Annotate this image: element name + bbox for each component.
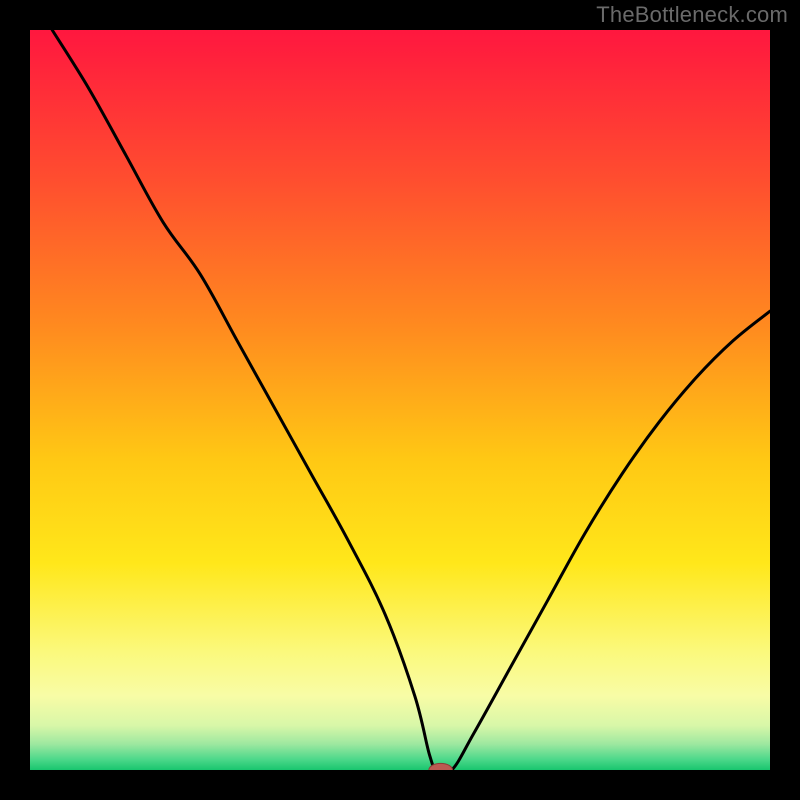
gradient-background <box>30 30 770 770</box>
chart-frame: TheBottleneck.com <box>0 0 800 800</box>
chart-plot-area <box>30 30 770 770</box>
chart-svg <box>30 30 770 770</box>
watermark-text: TheBottleneck.com <box>596 2 788 28</box>
